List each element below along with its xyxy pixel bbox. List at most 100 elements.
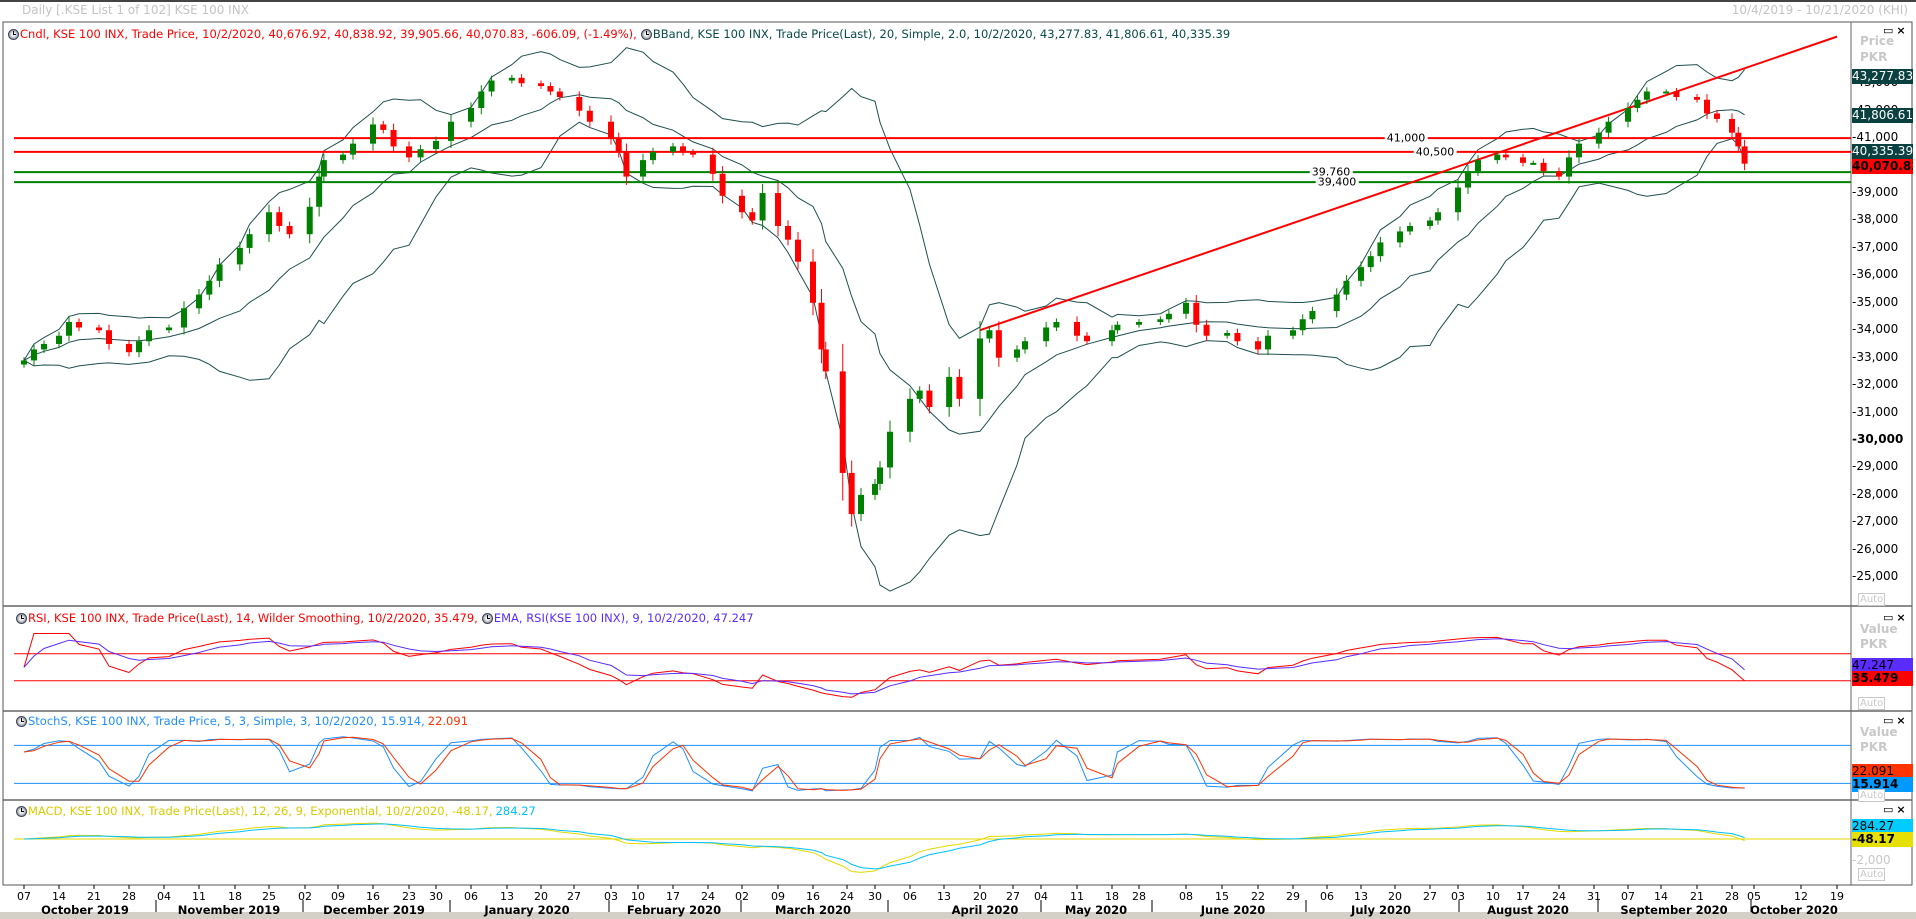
- candle-body: [266, 212, 272, 235]
- date-tick-label: 04: [1034, 890, 1048, 903]
- month-label: June 2020: [1200, 903, 1266, 917]
- bband-middle-line: [23, 94, 1745, 435]
- date-tick-label: 14: [1654, 890, 1668, 903]
- candle-body: [1704, 99, 1710, 114]
- candle-body: [818, 302, 825, 350]
- candle-body: [216, 264, 223, 281]
- stoch-legend: StochS, KSE 100 INX, Trade Price, 5, 3, …: [16, 714, 468, 728]
- date-tick-label: 08: [1179, 890, 1193, 903]
- ema-legend-text[interactable]: EMA, RSI(KSE 100 INX), 9, 10/2/2020, 47.…: [494, 611, 754, 625]
- cndl-legend[interactable]: Cndl, KSE 100 INX, Trade Price, 10/2/202…: [20, 27, 637, 41]
- date-tick-label: 07: [17, 890, 31, 903]
- chart-canvas[interactable]: [0, 0, 1916, 919]
- trendline: [979, 35, 1838, 332]
- price-tick-label: -31,000: [1852, 404, 1899, 419]
- price-tick-label: -29,000: [1852, 459, 1899, 474]
- candle-body: [206, 280, 213, 295]
- stoch-legend-text[interactable]: StochS, KSE 100 INX, Trade Price, 5, 3, …: [28, 714, 425, 728]
- auto-scale-button[interactable]: Auto: [1858, 593, 1886, 606]
- price-tick-label: -41,000: [1852, 130, 1899, 145]
- bb-lower-value: 40,335.39: [1852, 144, 1913, 159]
- date-tick-label: 16: [366, 890, 380, 903]
- stoch-axis-title: Value: [1860, 725, 1898, 739]
- panel-window-buttons[interactable]: ▭×: [1883, 803, 1909, 816]
- price-tick-label: -28,000: [1852, 486, 1899, 501]
- close-icon[interactable]: ×: [1896, 803, 1908, 816]
- rsi-legend-text[interactable]: RSI, KSE 100 INX, Trade Price(Last), 14,…: [28, 611, 478, 625]
- candle-body: [406, 146, 412, 158]
- candle-body: [380, 124, 387, 130]
- close-icon[interactable]: ×: [1896, 24, 1908, 37]
- candle-body: [1502, 154, 1509, 158]
- clock-icon[interactable]: [16, 805, 27, 817]
- date-tick-label: 21: [87, 890, 101, 903]
- clock-icon[interactable]: [640, 28, 652, 40]
- clock-icon[interactable]: [16, 612, 27, 624]
- candle-body: [1643, 91, 1650, 100]
- candle-body: [31, 349, 37, 361]
- candle-body: [1407, 225, 1413, 232]
- date-tick-label: 20: [973, 890, 987, 903]
- date-tick-label: 19: [1830, 890, 1844, 903]
- candle-body: [316, 176, 323, 207]
- candle-body: [1427, 220, 1433, 226]
- main-legend: Cndl, KSE 100 INX, Trade Price, 10/2/202…: [8, 27, 1230, 41]
- date-tick-label: 12: [1794, 890, 1808, 903]
- close-icon[interactable]: ×: [1896, 611, 1908, 624]
- bband-lower-line: [23, 121, 1746, 592]
- macd-line: [23, 822, 1745, 873]
- candle-body: [1634, 99, 1641, 108]
- candle-body: [41, 343, 47, 350]
- clock-icon[interactable]: [8, 28, 19, 40]
- macd-signal-legend: 284.27: [495, 804, 536, 818]
- candle-body: [1343, 280, 1350, 295]
- month-label: February 2020: [626, 903, 722, 917]
- candle-body: [822, 349, 829, 372]
- candle-body: [872, 483, 878, 495]
- restore-icon[interactable]: ▭: [1883, 803, 1896, 816]
- candle-body: [795, 239, 801, 262]
- candle-body: [946, 376, 953, 408]
- close-icon[interactable]: ×: [1896, 714, 1908, 727]
- date-tick-label: 06: [464, 890, 478, 903]
- candle-body: [556, 91, 563, 97]
- month-label: July 2020: [1351, 903, 1411, 917]
- rsi-ema-line: [23, 638, 1745, 695]
- candle-body: [1358, 267, 1364, 281]
- candle-body: [1333, 294, 1340, 312]
- candle-body: [547, 86, 554, 92]
- candle-body: [56, 335, 62, 344]
- macd-legend-text[interactable]: MACD, KSE 100 INX, Trade Price(Last), 12…: [28, 804, 493, 818]
- bband-legend[interactable]: BBand, KSE 100 INX, Trade Price(Last), 2…: [653, 27, 1230, 41]
- candle-body: [1741, 146, 1748, 164]
- date-tick-label: 14: [52, 890, 66, 903]
- date-tick-label: 11: [1070, 890, 1084, 903]
- clock-icon[interactable]: [16, 715, 27, 727]
- price-tick-label: -39,000: [1852, 185, 1899, 200]
- candle-body: [749, 212, 756, 221]
- candle-body: [1435, 212, 1441, 221]
- auto-scale-button[interactable]: Auto: [1858, 697, 1886, 710]
- price-tick-label: -38,000: [1852, 212, 1899, 227]
- price-tick-label: -32,000: [1852, 377, 1899, 392]
- month-label: November 2019: [177, 903, 281, 917]
- date-tick-label: 13: [1354, 890, 1368, 903]
- candle-body: [926, 390, 933, 408]
- candle-body: [538, 83, 544, 87]
- candle-body: [76, 322, 82, 328]
- month-label: March 2020: [775, 903, 851, 917]
- candle-body: [576, 97, 583, 111]
- price-tick-label: -25,000: [1852, 569, 1899, 584]
- date-tick-label: 16: [806, 890, 820, 903]
- auto-scale-button[interactable]: Auto: [1858, 868, 1886, 881]
- candle-body: [877, 467, 883, 484]
- candle-body: [848, 472, 855, 515]
- date-tick-label: 03: [1451, 890, 1465, 903]
- bband-upper-line: [23, 47, 1745, 361]
- candle-body: [1165, 313, 1172, 320]
- clock-icon[interactable]: [481, 612, 493, 624]
- candle-body: [508, 77, 515, 81]
- candle-body: [1043, 327, 1050, 342]
- candle-body: [1309, 311, 1316, 320]
- auto-scale-button[interactable]: Auto: [1858, 789, 1886, 802]
